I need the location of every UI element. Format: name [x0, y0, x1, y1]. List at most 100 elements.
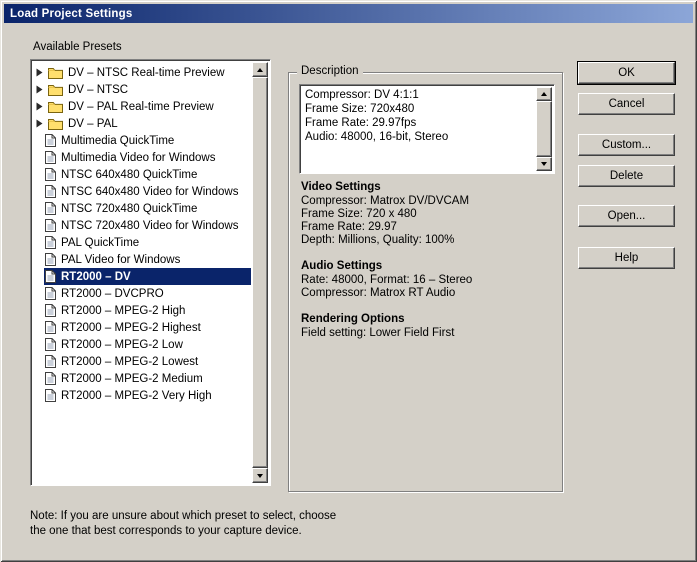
- preset-item[interactable]: PAL QuickTime: [33, 234, 251, 251]
- note-text: Note: If you are unsure about which pres…: [30, 509, 336, 539]
- section-line: Depth: Millions, Quality: 100%: [301, 234, 556, 247]
- preset-item-content[interactable]: DV – PAL: [47, 115, 251, 132]
- section-line: Frame Rate: 29.97: [301, 221, 556, 234]
- preset-item[interactable]: NTSC 720x480 Video for Windows: [33, 217, 251, 234]
- preset-item-content[interactable]: PAL QuickTime: [44, 234, 251, 251]
- custom-button[interactable]: Custom...: [578, 134, 675, 156]
- preset-item[interactable]: RT2000 – MPEG-2 Highest: [33, 319, 251, 336]
- arrow-up-icon[interactable]: [252, 62, 268, 77]
- preset-item-label: RT2000 – MPEG-2 Lowest: [61, 356, 198, 368]
- preset-item[interactable]: DV – NTSC: [33, 81, 251, 98]
- scrollbar-thumb[interactable]: [536, 101, 552, 157]
- document-icon: [45, 202, 56, 215]
- description-scrollbar[interactable]: [536, 87, 552, 171]
- document-icon: [45, 134, 56, 147]
- open-button[interactable]: Open...: [578, 205, 675, 227]
- scrollbar-thumb[interactable]: [252, 77, 268, 468]
- preset-item[interactable]: Multimedia Video for Windows: [33, 149, 251, 166]
- cancel-button[interactable]: Cancel: [578, 93, 675, 115]
- section-line: Compressor: Matrox RT Audio: [301, 287, 556, 300]
- section-heading: Audio Settings: [301, 260, 556, 273]
- document-icon: [45, 372, 56, 385]
- preset-item[interactable]: DV – NTSC Real-time Preview: [33, 64, 251, 81]
- preset-item-content[interactable]: NTSC 720x480 Video for Windows: [44, 217, 251, 234]
- preset-item-content[interactable]: RT2000 – MPEG-2 Medium: [44, 370, 251, 387]
- document-icon: [45, 236, 56, 249]
- preset-item-label: RT2000 – DVCPRO: [61, 288, 164, 300]
- preset-item-label: RT2000 – MPEG-2 Highest: [61, 322, 201, 334]
- preset-item[interactable]: NTSC 640x480 QuickTime: [33, 166, 251, 183]
- preset-item[interactable]: RT2000 – MPEG-2 High: [33, 302, 251, 319]
- document-icon: [45, 338, 56, 351]
- row-lead: [33, 85, 47, 94]
- preset-item-content[interactable]: DV – NTSC Real-time Preview: [47, 64, 251, 81]
- document-icon: [45, 389, 56, 402]
- ok-button[interactable]: OK: [578, 62, 675, 84]
- preset-item-label: RT2000 – DV: [61, 271, 131, 283]
- preset-item[interactable]: RT2000 – MPEG-2 Very High: [33, 387, 251, 404]
- expander-triangle-icon[interactable]: [36, 102, 43, 111]
- preset-item-content[interactable]: PAL Video for Windows: [44, 251, 251, 268]
- preset-item-label: NTSC 720x480 QuickTime: [61, 203, 197, 215]
- preset-item-content[interactable]: RT2000 – MPEG-2 Lowest: [44, 353, 251, 370]
- preset-item[interactable]: RT2000 – MPEG-2 Low: [33, 336, 251, 353]
- preset-item-label: RT2000 – MPEG-2 High: [61, 305, 185, 317]
- preset-listbox: DV – NTSC Real-time PreviewDV – NTSCDV –…: [30, 59, 271, 486]
- preset-item-content[interactable]: RT2000 – DV: [44, 268, 251, 285]
- help-button[interactable]: Help: [578, 247, 675, 269]
- preset-item[interactable]: RT2000 – DVCPRO: [33, 285, 251, 302]
- preset-item-label: RT2000 – MPEG-2 Low: [61, 339, 183, 351]
- preset-item[interactable]: RT2000 – MPEG-2 Medium: [33, 370, 251, 387]
- preset-item[interactable]: RT2000 – DV: [33, 268, 251, 285]
- preset-item[interactable]: NTSC 720x480 QuickTime: [33, 200, 251, 217]
- arrow-down-icon[interactable]: [536, 157, 552, 171]
- description-section: Rendering OptionsField setting: Lower Fi…: [301, 313, 556, 340]
- preset-list: DV – NTSC Real-time PreviewDV – NTSCDV –…: [33, 64, 251, 483]
- preset-item-content[interactable]: RT2000 – MPEG-2 High: [44, 302, 251, 319]
- description-line: Frame Size: 720x480: [305, 102, 534, 116]
- delete-button[interactable]: Delete: [578, 165, 675, 187]
- preset-list-scrollbar[interactable]: [252, 62, 268, 483]
- preset-item-label: NTSC 640x480 Video for Windows: [61, 186, 239, 198]
- description-label: Description: [297, 65, 363, 77]
- document-icon: [45, 151, 56, 164]
- preset-item-content[interactable]: NTSC 640x480 Video for Windows: [44, 183, 251, 200]
- section-line: Compressor: Matrox DV/DVCAM: [301, 195, 556, 208]
- expander-triangle-icon[interactable]: [36, 119, 43, 128]
- preset-item-label: RT2000 – MPEG-2 Very High: [61, 390, 212, 402]
- available-presets-label: Available Presets: [33, 41, 122, 53]
- preset-item[interactable]: DV – PAL Real-time Preview: [33, 98, 251, 115]
- arrow-down-icon[interactable]: [252, 468, 268, 483]
- preset-item-content[interactable]: RT2000 – DVCPRO: [44, 285, 251, 302]
- preset-item-content[interactable]: RT2000 – MPEG-2 Very High: [44, 387, 251, 404]
- expander-triangle-icon[interactable]: [36, 85, 43, 94]
- preset-item[interactable]: NTSC 640x480 Video for Windows: [33, 183, 251, 200]
- description-line: Frame Rate: 29.97fps: [305, 116, 534, 130]
- preset-item-label: PAL Video for Windows: [61, 254, 180, 266]
- preset-item-content[interactable]: DV – NTSC: [47, 81, 251, 98]
- preset-item[interactable]: RT2000 – MPEG-2 Lowest: [33, 353, 251, 370]
- note-line: the one that best corresponds to your ca…: [30, 524, 336, 539]
- preset-item-label: Multimedia QuickTime: [61, 135, 174, 147]
- preset-item-content[interactable]: Multimedia Video for Windows: [44, 149, 251, 166]
- preset-item[interactable]: Multimedia QuickTime: [33, 132, 251, 149]
- row-lead: [33, 119, 47, 128]
- titlebar[interactable]: Load Project Settings: [4, 4, 693, 23]
- row-lead: [33, 68, 47, 77]
- preset-item-content[interactable]: RT2000 – MPEG-2 Highest: [44, 319, 251, 336]
- preset-item-content[interactable]: Multimedia QuickTime: [44, 132, 251, 149]
- window-title: Load Project Settings: [10, 8, 132, 20]
- preset-item[interactable]: PAL Video for Windows: [33, 251, 251, 268]
- folder-icon: [48, 101, 63, 113]
- preset-item-content[interactable]: DV – PAL Real-time Preview: [47, 98, 251, 115]
- preset-item-content[interactable]: NTSC 720x480 QuickTime: [44, 200, 251, 217]
- preset-item-content[interactable]: RT2000 – MPEG-2 Low: [44, 336, 251, 353]
- preset-item[interactable]: DV – PAL: [33, 115, 251, 132]
- folder-icon: [48, 67, 63, 79]
- row-lead: [33, 102, 47, 111]
- preset-item-content[interactable]: NTSC 640x480 QuickTime: [44, 166, 251, 183]
- arrow-up-icon[interactable]: [536, 87, 552, 101]
- section-line: Field setting: Lower Field First: [301, 327, 556, 340]
- description-textbox[interactable]: Compressor: DV 4:1:1Frame Size: 720x480F…: [299, 84, 555, 174]
- expander-triangle-icon[interactable]: [36, 68, 43, 77]
